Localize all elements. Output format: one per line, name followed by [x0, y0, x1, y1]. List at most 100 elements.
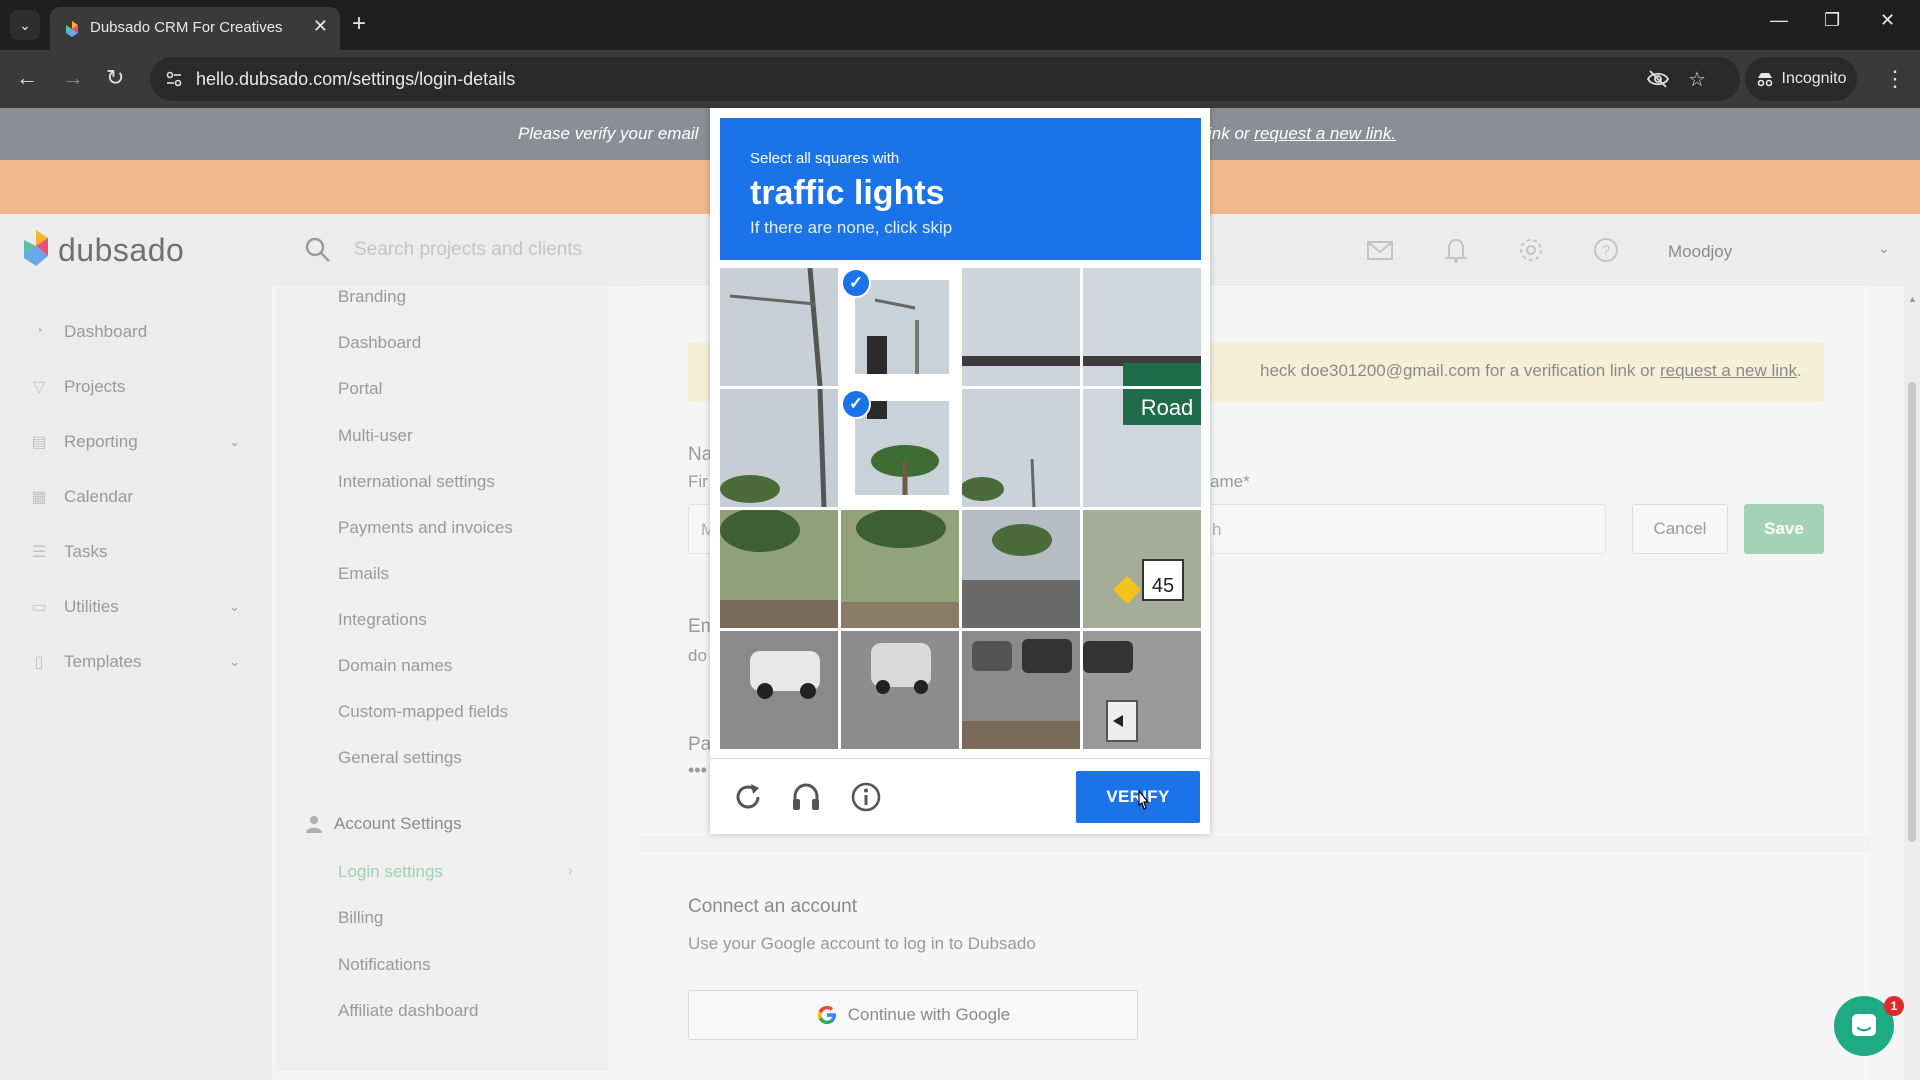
omnibox[interactable]: hello.dubsado.com/settings/login-details…	[150, 57, 1740, 101]
connect-account-card	[640, 852, 1870, 1080]
settings-nav-general[interactable]: General settings	[338, 748, 462, 768]
help-icon[interactable]: ?	[1592, 236, 1620, 264]
notice-text: heck doe301200@gmail.com for a verificat…	[1260, 361, 1802, 381]
bell-icon[interactable]	[1442, 236, 1470, 264]
captcha-tile[interactable]	[962, 631, 1080, 749]
captcha-tile[interactable]	[720, 631, 838, 749]
settings-nav-portal[interactable]: Portal	[338, 379, 382, 399]
sidebar-item-tasks[interactable]: ☰ Tasks	[30, 537, 250, 567]
settings-nav-payments[interactable]: Payments and invoices	[338, 518, 513, 538]
captcha-tile[interactable]: Road	[1083, 389, 1201, 507]
browser-menu-icon[interactable]: ⋮	[1884, 66, 1906, 92]
scroll-thumb[interactable]	[1908, 382, 1916, 842]
captcha-header: Select all squares with traffic lights I…	[720, 118, 1201, 260]
captcha-tile-selected[interactable]: ✓	[841, 268, 959, 386]
search-input[interactable]	[354, 234, 694, 266]
captcha-tile[interactable]	[962, 510, 1080, 628]
browser-tab[interactable]: Dubsado CRM For Creatives ✕	[50, 7, 340, 50]
sidebar-item-calendar[interactable]: ▦ Calendar	[30, 482, 250, 512]
settings-nav-branding[interactable]: Branding	[338, 287, 406, 307]
captcha-tile[interactable]: 45	[1083, 510, 1201, 628]
mail-icon[interactable]	[1366, 236, 1394, 264]
captcha-tile[interactable]	[962, 389, 1080, 507]
checkmark-icon: ✓	[841, 268, 871, 298]
captcha-tile[interactable]	[841, 631, 959, 749]
tab-search-button[interactable]: ⌄	[10, 10, 40, 40]
captcha-tile[interactable]	[841, 510, 959, 628]
cancel-button[interactable]: Cancel	[1632, 504, 1728, 554]
user-name[interactable]: Moodjoy	[1668, 242, 1732, 262]
verify-banner-text: Please verify your email	[518, 124, 699, 143]
incognito-label: Incognito	[1781, 70, 1847, 87]
forward-icon[interactable]: →	[62, 66, 84, 90]
gear-icon[interactable]	[1517, 236, 1545, 264]
notice-text-body: heck doe301200@gmail.com for a verificat…	[1260, 361, 1660, 380]
captcha-tile[interactable]	[962, 268, 1080, 386]
captcha-tile[interactable]	[720, 510, 838, 628]
last-name-value: h	[1212, 520, 1222, 539]
captcha-instruction: Select all squares with	[750, 150, 900, 167]
first-name-label: Fir	[688, 472, 708, 491]
search-icon[interactable]	[304, 236, 332, 264]
settings-nav-emails[interactable]: Emails	[338, 564, 389, 584]
sidebar-item-templates[interactable]: ▯ Templates ⌄	[30, 647, 250, 677]
tab-close-icon[interactable]: ✕	[313, 16, 328, 37]
chevron-down-icon[interactable]: ⌄	[229, 654, 240, 670]
settings-nav-multi-user[interactable]: Multi-user	[338, 426, 413, 446]
scroll-up-icon[interactable]: ▲	[1908, 294, 1917, 304]
chevron-down-icon[interactable]: ⌄	[229, 599, 240, 615]
captcha-tile[interactable]	[720, 268, 838, 386]
tile-image	[841, 631, 959, 749]
chevron-down-icon[interactable]: ⌄	[229, 434, 240, 450]
logo-wordmark[interactable]: dubsado	[58, 232, 184, 269]
sidebar-item-label: Calendar	[64, 487, 133, 506]
continue-with-google-button[interactable]: Continue with Google	[688, 990, 1138, 1040]
reload-challenge-icon[interactable]	[732, 781, 764, 813]
reload-icon[interactable]: ↻	[106, 66, 124, 90]
restore-icon[interactable]: ❐	[1824, 10, 1840, 31]
bookmark-star-icon[interactable]: ☆	[1688, 67, 1706, 92]
sidebar-item-dashboard[interactable]: ◔ Dashboard	[30, 317, 250, 347]
info-icon[interactable]	[850, 781, 882, 813]
incognito-badge[interactable]: Incognito	[1745, 57, 1857, 101]
minimize-icon[interactable]: —	[1770, 10, 1788, 31]
settings-nav-domain-names[interactable]: Domain names	[338, 656, 452, 676]
audio-challenge-icon[interactable]	[790, 781, 822, 813]
settings-nav-login-settings[interactable]: Login settings	[338, 862, 443, 882]
new-tab-icon[interactable]: +	[352, 10, 366, 38]
incognito-icon	[1757, 73, 1772, 87]
close-window-icon[interactable]: ✕	[1880, 10, 1895, 31]
settings-nav-dashboard[interactable]: Dashboard	[338, 333, 421, 353]
chevron-right-icon: ›	[568, 862, 573, 878]
request-link[interactable]: request a new link.	[1254, 124, 1396, 143]
user-icon	[306, 816, 322, 833]
password-value: •••	[688, 760, 707, 780]
captcha-tile[interactable]	[1083, 631, 1201, 749]
user-menu-chevron-icon[interactable]: ⌄	[1878, 240, 1890, 257]
sidebar-item-projects[interactable]: ▽ Projects	[30, 372, 250, 402]
captcha-tile[interactable]	[720, 389, 838, 507]
tile-image	[1083, 268, 1201, 386]
page-scrollbar[interactable]: ▲	[1904, 286, 1920, 1080]
last-name-field[interactable]: h	[1210, 504, 1606, 554]
back-icon[interactable]: ←	[16, 66, 38, 90]
settings-nav-affiliate[interactable]: Affiliate dashboard	[338, 1001, 479, 1021]
sidebar-item-utilities[interactable]: ▭ Utilities ⌄	[30, 592, 250, 622]
tile-image	[1083, 631, 1201, 749]
templates-icon: ▯	[34, 654, 44, 671]
dubsado-logo-icon[interactable]	[22, 230, 50, 270]
eye-off-icon[interactable]	[1646, 67, 1670, 91]
captcha-tile[interactable]	[1083, 268, 1201, 386]
tile-image	[962, 631, 1080, 749]
notice-request-link[interactable]: request a new link	[1660, 361, 1797, 380]
tile-image	[720, 389, 838, 507]
settings-nav-international[interactable]: International settings	[338, 472, 495, 492]
settings-nav-billing[interactable]: Billing	[338, 908, 383, 928]
settings-nav-notifications[interactable]: Notifications	[338, 955, 431, 975]
settings-nav-integrations[interactable]: Integrations	[338, 610, 427, 630]
settings-nav-custom-fields[interactable]: Custom-mapped fields	[338, 702, 508, 722]
sidebar-item-reporting[interactable]: ▤ Reporting ⌄	[30, 427, 250, 457]
captcha-tile-selected[interactable]: ✓	[841, 389, 959, 507]
site-info-icon[interactable]	[164, 69, 184, 89]
save-button[interactable]: Save	[1744, 504, 1824, 554]
